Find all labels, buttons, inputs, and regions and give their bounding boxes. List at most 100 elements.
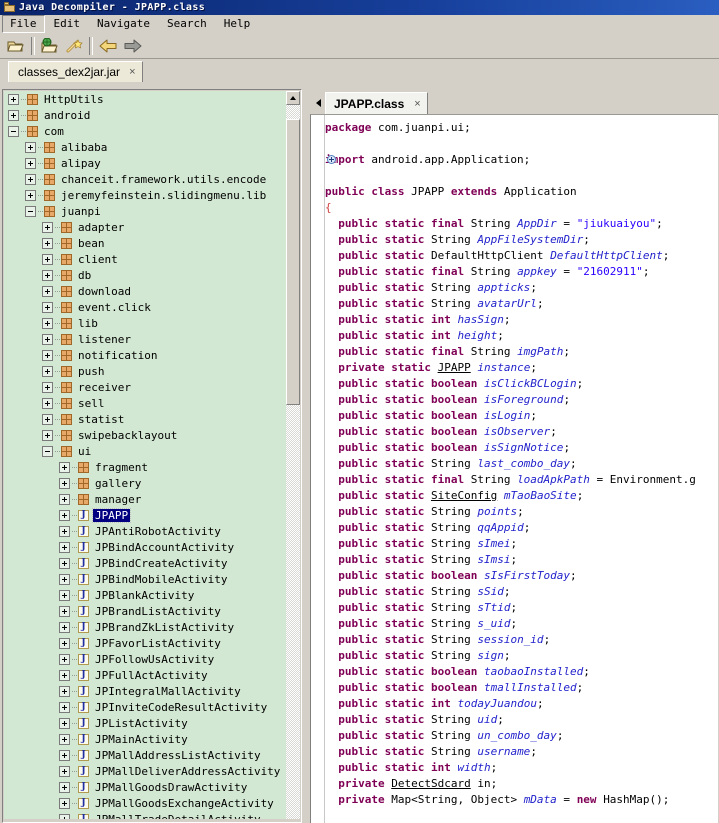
tree-node[interactable]: J JPFavorListActivity [4, 635, 287, 651]
expand-icon[interactable] [42, 429, 53, 441]
tree-node[interactable]: J JPFullActActivity [4, 667, 287, 683]
tree-node[interactable]: push [4, 363, 287, 379]
expand-icon[interactable] [8, 93, 19, 105]
tree-node[interactable]: J JPBindCreateActivity [4, 555, 287, 571]
expand-icon[interactable] [59, 621, 70, 633]
menu-search[interactable]: Search [159, 15, 215, 33]
scroll-track[interactable] [286, 105, 300, 819]
expand-icon[interactable] [42, 285, 53, 297]
tree-node[interactable]: alibaba [4, 139, 287, 155]
open-type-icon[interactable] [38, 35, 62, 57]
tree-node[interactable]: J JPListActivity [4, 715, 287, 731]
expand-icon[interactable] [59, 461, 70, 473]
expand-icon[interactable] [42, 397, 53, 409]
expand-icon[interactable] [8, 109, 19, 121]
expand-icon[interactable] [59, 589, 70, 601]
forward-arrow-icon[interactable] [120, 35, 144, 57]
expand-icon[interactable] [42, 333, 53, 345]
open-file-icon[interactable] [4, 35, 28, 57]
expand-icon[interactable] [59, 733, 70, 745]
expand-icon[interactable] [59, 797, 70, 809]
tree-node[interactable]: download [4, 283, 287, 299]
tree-node[interactable]: bean [4, 235, 287, 251]
tree-node[interactable]: J JPMallDeliverAddressActivity [4, 763, 287, 779]
expand-icon[interactable] [42, 317, 53, 329]
tree-node[interactable]: juanpi [4, 203, 287, 219]
expand-icon[interactable] [42, 221, 53, 233]
tree-node[interactable]: statist [4, 411, 287, 427]
tree-node[interactable]: J JPBrandZkListActivity [4, 619, 287, 635]
expand-icon[interactable] [25, 141, 36, 153]
tree-node[interactable]: J JPAPP [4, 507, 287, 523]
scroll-thumb[interactable] [286, 119, 300, 405]
menu-navigate[interactable]: Navigate [89, 15, 158, 33]
expand-icon[interactable] [59, 557, 70, 569]
collapse-icon[interactable] [8, 125, 19, 137]
expand-icon[interactable] [42, 237, 53, 249]
tree-node[interactable]: manager [4, 491, 287, 507]
expand-icon[interactable] [42, 365, 53, 377]
tree-node[interactable]: J JPMallTradeDetailActivity [4, 811, 287, 819]
expand-icon[interactable] [42, 413, 53, 425]
tree-node[interactable]: swipebacklayout [4, 427, 287, 443]
tree-node[interactable]: sell [4, 395, 287, 411]
tree-node[interactable]: listener [4, 331, 287, 347]
expand-icon[interactable] [25, 189, 36, 201]
collapse-icon[interactable] [25, 205, 36, 217]
expand-icon[interactable] [59, 813, 70, 819]
tree-node[interactable]: J JPBrandListActivity [4, 603, 287, 619]
tree-node[interactable]: J JPAntiRobotActivity [4, 523, 287, 539]
tree-node[interactable]: db [4, 267, 287, 283]
expand-icon[interactable] [59, 653, 70, 665]
tree-node[interactable]: lib [4, 315, 287, 331]
tree-node[interactable]: event.click [4, 299, 287, 315]
tree-node[interactable]: notification [4, 347, 287, 363]
tree-node[interactable]: J JPFollowUsActivity [4, 651, 287, 667]
expand-icon[interactable] [59, 637, 70, 649]
tree-node[interactable]: ui [4, 443, 287, 459]
scroll-up-arrow-icon[interactable] [286, 91, 300, 105]
expand-icon[interactable] [59, 477, 70, 489]
tree-node[interactable]: J JPIntegralMallActivity [4, 683, 287, 699]
tree-node[interactable]: adapter [4, 219, 287, 235]
back-arrow-icon[interactable] [96, 35, 120, 57]
expand-icon[interactable] [59, 685, 70, 697]
expand-icon[interactable] [59, 749, 70, 761]
tree-node[interactable]: chanceit.framework.utils.encode [4, 171, 287, 187]
tree-node[interactable]: HttpUtils [4, 91, 287, 107]
expand-icon[interactable] [59, 669, 70, 681]
expand-icon[interactable] [59, 781, 70, 793]
tree-node[interactable]: android [4, 107, 287, 123]
tree-node[interactable]: client [4, 251, 287, 267]
tree-node[interactable]: J JPMallAddressListActivity [4, 747, 287, 763]
expand-icon[interactable] [42, 269, 53, 281]
expand-icon[interactable] [59, 541, 70, 553]
expand-icon[interactable] [59, 573, 70, 585]
expand-icon[interactable] [59, 605, 70, 617]
source-code-view[interactable]: package com.juanpi.ui; import android.ap… [310, 114, 718, 823]
close-icon[interactable]: × [414, 98, 420, 110]
expand-icon[interactable] [59, 717, 70, 729]
package-tree[interactable]: HttpUtils android com alibaba alipay chanceit… [4, 91, 287, 819]
expand-icon[interactable] [59, 701, 70, 713]
tree-node[interactable]: jeremyfeinstein.slidingmenu.lib [4, 187, 287, 203]
fold-toggle-icon[interactable] [327, 155, 336, 164]
tree-vertical-scrollbar[interactable] [286, 91, 300, 819]
expand-icon[interactable] [59, 525, 70, 537]
expand-icon[interactable] [59, 765, 70, 777]
expand-icon[interactable] [25, 173, 36, 185]
expand-icon[interactable] [42, 381, 53, 393]
tree-node[interactable]: gallery [4, 475, 287, 491]
tree-node[interactable]: J JPBindMobileActivity [4, 571, 287, 587]
tab-classes-dex2jar-jar[interactable]: classes_dex2jar.jar × [8, 61, 143, 82]
menu-edit[interactable]: Edit [46, 15, 89, 33]
expand-icon[interactable] [42, 301, 53, 313]
tree-node[interactable]: alipay [4, 155, 287, 171]
tab-jpapp-class[interactable]: JPAPP.class × [325, 92, 428, 114]
expand-icon[interactable] [59, 493, 70, 505]
expand-icon[interactable] [25, 157, 36, 169]
expand-icon[interactable] [59, 509, 70, 521]
tree-node[interactable]: receiver [4, 379, 287, 395]
close-icon[interactable]: × [129, 66, 135, 78]
menu-help[interactable]: Help [216, 15, 259, 33]
